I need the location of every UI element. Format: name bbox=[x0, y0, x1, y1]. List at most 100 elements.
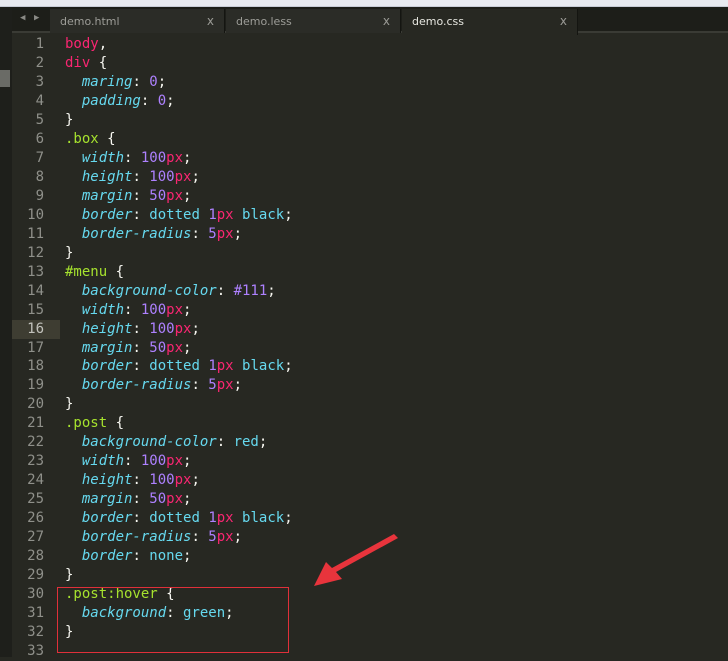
line-number: 23 bbox=[27, 453, 44, 470]
code-line[interactable]: 26 border: dotted 1px black; bbox=[12, 509, 728, 528]
line-number: 12 bbox=[27, 244, 44, 261]
code-line[interactable]: 25 margin: 50px; bbox=[12, 490, 728, 509]
token-sel: .post bbox=[65, 415, 108, 432]
token-punc bbox=[65, 510, 82, 526]
token-punc: ; bbox=[191, 168, 200, 185]
close-icon[interactable]: x bbox=[383, 14, 390, 28]
token-tag: body bbox=[65, 36, 99, 52]
line-number: 31 bbox=[27, 605, 44, 622]
token-punc bbox=[65, 283, 82, 299]
token-num: 0 bbox=[149, 73, 158, 90]
token-num: 100 bbox=[149, 168, 175, 185]
tab-demo-html[interactable]: demo.html x bbox=[50, 9, 225, 33]
token-punc: ; bbox=[157, 73, 167, 90]
token-prop: border-radius bbox=[81, 377, 192, 394]
code-line[interactable]: 14 background-color: #111; bbox=[12, 282, 728, 301]
token-val: dotted bbox=[149, 510, 200, 527]
token-punc bbox=[234, 510, 242, 526]
code-line[interactable]: 17 margin: 50px; bbox=[12, 339, 728, 358]
token-unit: px bbox=[216, 225, 234, 242]
code-text: width: 100px; bbox=[65, 149, 192, 168]
code-line[interactable]: 9 margin: 50px; bbox=[12, 187, 728, 206]
token-punc: } bbox=[65, 396, 74, 413]
code-text: border-radius: 5px; bbox=[65, 225, 242, 244]
code-line[interactable]: 12} bbox=[12, 244, 728, 263]
line-number: 1 bbox=[35, 36, 44, 52]
code-line[interactable]: 1 body, bbox=[12, 35, 728, 54]
token-punc: ; bbox=[191, 472, 200, 489]
token-num: 100 bbox=[140, 453, 167, 470]
token-punc: : bbox=[132, 510, 150, 527]
code-line[interactable]: 4 padding: 0; bbox=[12, 92, 728, 111]
line-number: 28 bbox=[27, 548, 44, 565]
token-punc: : bbox=[132, 206, 150, 223]
code-text: div { bbox=[65, 54, 107, 73]
tab-demo-less[interactable]: demo.less x bbox=[226, 9, 401, 33]
tab-back-icon[interactable]: ◀ bbox=[20, 13, 25, 23]
code-line[interactable]: 18 border: dotted 1px black; bbox=[12, 357, 728, 376]
highlight-box bbox=[57, 587, 289, 653]
token-prop: border-radius bbox=[81, 529, 192, 546]
close-icon[interactable]: x bbox=[207, 14, 214, 28]
token-punc bbox=[65, 321, 82, 337]
line-number: 5 bbox=[35, 111, 44, 128]
token-num: 5 bbox=[208, 377, 217, 394]
code-line[interactable]: 3 maring: 0; bbox=[12, 73, 728, 92]
token-val: dotted bbox=[149, 358, 200, 375]
code-line[interactable]: 22 background-color: red; bbox=[12, 433, 728, 452]
tab-demo-css[interactable]: demo.css x bbox=[402, 9, 578, 35]
code-line[interactable]: 10 border: dotted 1px black; bbox=[12, 206, 728, 225]
code-text: border: dotted 1px black; bbox=[65, 357, 293, 376]
code-line[interactable]: 21 .post { bbox=[12, 414, 728, 433]
line-number: 25 bbox=[27, 491, 44, 508]
line-number: 6 bbox=[35, 130, 44, 147]
line-number: 26 bbox=[27, 510, 44, 527]
code-line[interactable]: 19 border-radius: 5px; bbox=[12, 376, 728, 395]
token-punc bbox=[65, 453, 82, 469]
code-line[interactable]: 23 width: 100px; bbox=[12, 452, 728, 471]
code-line[interactable]: 5} bbox=[12, 111, 728, 130]
code-line[interactable]: 15 width: 100px; bbox=[12, 301, 728, 320]
token-unit: px bbox=[174, 168, 192, 185]
token-punc: : bbox=[132, 358, 150, 375]
code-line[interactable]: 13 #menu { bbox=[12, 263, 728, 282]
line-number: 7 bbox=[35, 149, 44, 166]
code-text: } bbox=[65, 395, 73, 414]
token-unit: px bbox=[216, 377, 234, 394]
token-prop: border bbox=[81, 358, 133, 375]
token-val: black bbox=[242, 510, 285, 527]
token-prop: width bbox=[81, 301, 125, 318]
token-num: 1 bbox=[208, 206, 217, 223]
side-strip bbox=[0, 7, 12, 657]
token-punc: : bbox=[124, 301, 141, 318]
token-val: dotted bbox=[149, 206, 200, 223]
token-unit: px bbox=[216, 206, 234, 223]
token-punc bbox=[65, 93, 82, 109]
code-line[interactable]: 7 width: 100px; bbox=[12, 149, 728, 168]
code-line[interactable]: 16 height: 100px; bbox=[12, 319, 728, 339]
token-punc: : bbox=[191, 377, 209, 394]
token-punc: ; bbox=[183, 301, 192, 318]
token-punc: ; bbox=[183, 339, 192, 356]
token-punc: } bbox=[65, 567, 74, 584]
scroll-marker[interactable] bbox=[0, 70, 10, 87]
token-num: 1 bbox=[208, 510, 217, 527]
code-line[interactable]: 20} bbox=[12, 395, 728, 414]
token-prop: height bbox=[81, 472, 133, 489]
code-text: } bbox=[65, 111, 73, 130]
code-line[interactable]: 6 .box { bbox=[12, 130, 728, 149]
token-punc bbox=[65, 207, 82, 223]
code-line[interactable]: 24 height: 100px; bbox=[12, 471, 728, 490]
code-text: margin: 50px; bbox=[65, 187, 192, 206]
code-line[interactable]: 2 div { bbox=[12, 54, 728, 73]
token-punc: ; bbox=[183, 548, 192, 565]
close-icon[interactable]: x bbox=[560, 14, 567, 28]
code-text: #menu { bbox=[65, 263, 124, 282]
token-punc bbox=[65, 226, 82, 242]
token-punc: { bbox=[107, 263, 125, 280]
code-line[interactable]: 8 height: 100px; bbox=[12, 168, 728, 187]
tab-forward-icon[interactable]: ▶ bbox=[34, 13, 39, 23]
token-punc: ; bbox=[284, 510, 293, 527]
line-number: 15 bbox=[27, 301, 44, 318]
code-line[interactable]: 11 border-radius: 5px; bbox=[12, 225, 728, 244]
